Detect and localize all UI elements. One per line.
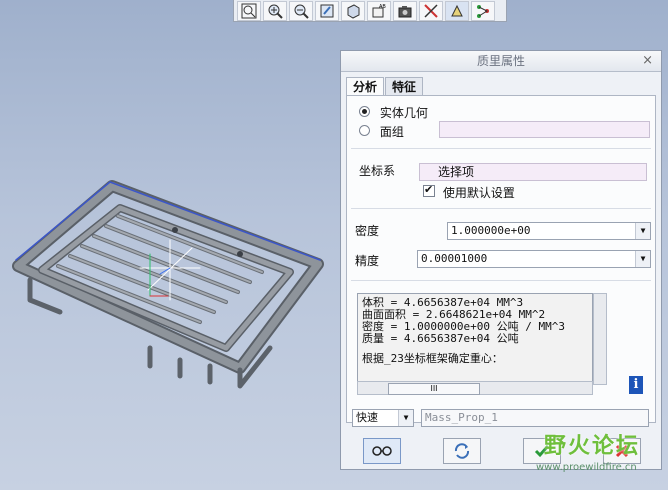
spin-center-icon — [424, 3, 438, 18]
csys-collector[interactable]: 选择项 — [419, 163, 647, 181]
tree-icon — [477, 4, 489, 18]
zoom-fit-button[interactable] — [237, 0, 261, 21]
model-tree-button[interactable] — [471, 0, 495, 21]
scroll-thumb[interactable]: III — [388, 383, 480, 395]
analysis-name-field[interactable]: Mass_Prop_1 — [421, 409, 649, 427]
radio-quilt[interactable]: 面组 — [359, 123, 404, 140]
camera-icon — [398, 5, 412, 17]
csys-value: 选择项 — [438, 165, 475, 179]
results-horizontal-scrollbar[interactable]: III — [357, 381, 593, 395]
repaint-button[interactable] — [315, 0, 339, 21]
zoom-in-icon — [268, 4, 283, 19]
quilt-collector[interactable] — [439, 121, 650, 138]
soap-dish-model — [12, 180, 324, 389]
repaint-icon — [320, 4, 334, 17]
shading-icon — [347, 3, 360, 19]
camera-button[interactable] — [393, 0, 417, 21]
mode-value: 快速 — [356, 411, 378, 424]
result-note: 根据_23坐标框架确定重心： — [362, 352, 503, 365]
density-field[interactable]: 1.000000e+00 ▼ — [447, 222, 651, 240]
datum-display-icon — [451, 4, 463, 16]
repeat-icon — [454, 443, 470, 459]
repeat-button[interactable] — [443, 438, 481, 464]
results-text-area[interactable]: 体积 = 4.6656387e+04 MM^3 曲面面积 = 2.6648621… — [357, 293, 593, 385]
results-vertical-scrollbar[interactable] — [593, 293, 607, 385]
glasses-icon — [372, 446, 392, 456]
chevron-down-icon[interactable]: ▼ — [635, 251, 650, 267]
close-icon[interactable]: × — [642, 51, 653, 71]
accuracy-field[interactable]: 0.00001000 ▼ — [417, 250, 651, 268]
zoom-out-button[interactable] — [289, 0, 313, 21]
radio-solid-indicator[interactable] — [359, 106, 370, 117]
watermark-text: 野火论坛 — [544, 434, 641, 459]
mass-properties-dialog: 质里属性 × 分析 特征 实体几何 面组 坐标系 选择项 使用默认设置 密度 — [340, 50, 662, 470]
radio-solid-label: 实体几何 — [379, 106, 428, 120]
dialog-title: 质里属性 — [476, 54, 525, 68]
zoom-out-icon — [294, 4, 309, 19]
result-mass: 质量 = 4.6656387e+04 公吨 — [362, 332, 519, 345]
tab-analysis[interactable]: 分析 — [346, 77, 385, 96]
divider — [351, 148, 651, 149]
shading-button[interactable] — [341, 0, 365, 21]
use-default-checkbox[interactable]: 使用默认设置 — [423, 183, 515, 201]
preview-button[interactable] — [363, 438, 401, 464]
density-value: 1.000000e+00 — [451, 224, 531, 237]
radio-quilt-indicator[interactable] — [359, 125, 370, 136]
datum-display-button[interactable] — [445, 0, 469, 21]
radio-quilt-label: 面组 — [379, 125, 404, 139]
divider — [351, 280, 651, 281]
analysis-name-value: Mass_Prop_1 — [425, 411, 498, 424]
watermark-url: www.proewildfire.cn — [536, 462, 637, 473]
tab-feature[interactable]: 特征 — [385, 77, 424, 96]
chevron-down-icon[interactable]: ▼ — [398, 410, 413, 426]
view-toolbar: AB — [233, 0, 507, 22]
use-default-label: 使用默认设置 — [442, 186, 515, 200]
forum-watermark: 野火论坛 www.proewildfire.cn — [522, 428, 668, 490]
info-icon[interactable]: i — [629, 376, 643, 394]
zoom-fit-icon — [241, 3, 257, 18]
divider — [351, 208, 651, 209]
svg-text:AB: AB — [379, 4, 386, 10]
csys-label: 坐标系 — [359, 164, 396, 178]
use-default-check-indicator[interactable] — [423, 183, 435, 197]
dialog-titlebar: 质里属性 × — [341, 51, 661, 72]
spin-center-button[interactable] — [419, 0, 443, 21]
named-view-icon: AB — [372, 4, 386, 17]
density-label: 密度 — [355, 224, 380, 238]
named-view-button[interactable]: AB — [367, 0, 391, 21]
radio-solid-geometry[interactable]: 实体几何 — [359, 104, 428, 121]
chevron-down-icon[interactable]: ▼ — [635, 223, 650, 239]
accuracy-value: 0.00001000 — [421, 252, 488, 265]
dialog-tabs: 分析 特征 — [346, 77, 424, 96]
zoom-in-button[interactable] — [263, 0, 287, 21]
accuracy-label: 精度 — [355, 254, 380, 268]
compute-mode-select[interactable]: 快速 ▼ — [352, 409, 414, 427]
